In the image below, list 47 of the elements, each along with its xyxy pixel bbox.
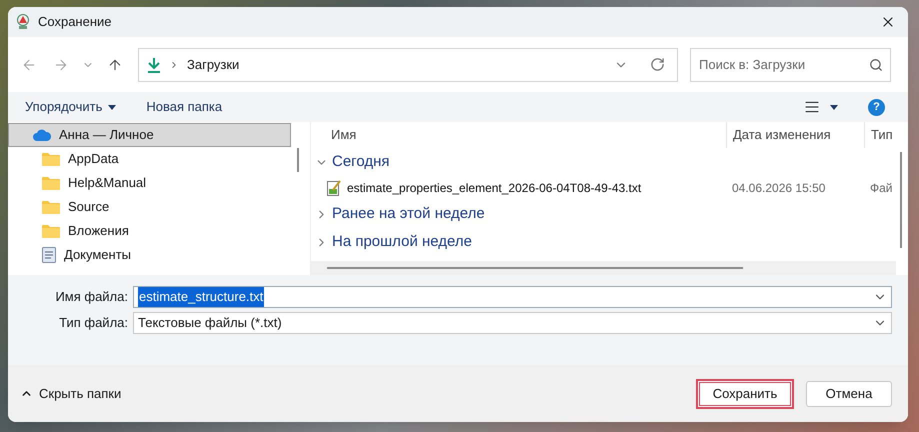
hide-folders-button[interactable]: Скрыть папки — [20, 384, 122, 404]
sidebar-item[interactable]: Документы — [8, 243, 291, 267]
column-header[interactable]: Имя — [311, 122, 726, 148]
field-label: Тип файла: — [58, 314, 128, 332]
download-icon — [147, 56, 161, 72]
file-name-field[interactable]: estimate_structure.txt — [133, 286, 892, 308]
list-view-icon — [804, 99, 820, 115]
file-type-select[interactable]: Текстовые файлы (*.txt) — [133, 312, 892, 334]
field-label: Имя файла: — [54, 288, 128, 306]
sidebar-item[interactable]: Help&Manual — [8, 171, 291, 195]
app-logo-icon — [16, 14, 30, 30]
scrollbar-thumb[interactable] — [900, 152, 902, 248]
file-type: Фай — [869, 180, 894, 197]
column-header[interactable]: Дата изменения — [726, 122, 864, 148]
address-path: Загрузки — [187, 56, 240, 74]
scrollbar-thumb[interactable] — [327, 267, 743, 269]
new-folder-button[interactable]: Новая папка — [146, 97, 222, 117]
file-name[interactable]: estimate_properties_element_2026-06-04T08-49-43.txt — [347, 179, 642, 197]
sidebar-item[interactable]: AppData — [8, 147, 291, 171]
folder-icon — [42, 176, 60, 190]
group-header[interactable]: Сегодня — [311, 148, 908, 176]
sidebar-item[interactable]: Source — [8, 195, 291, 219]
search-field[interactable]: Поиск в: Загрузки — [690, 48, 891, 82]
group-header[interactable]: Ранее на этой неделе — [311, 200, 908, 228]
address-bar[interactable]: Загрузки — [138, 48, 678, 82]
file-date: 04.06.2026 15:50 — [731, 180, 826, 197]
refresh-icon[interactable] — [650, 57, 665, 72]
caret-icon — [830, 104, 838, 110]
sidebar-item[interactable]: Вложения — [8, 219, 291, 243]
text-file-icon — [327, 180, 341, 196]
help-button[interactable]: ? — [868, 98, 885, 116]
group-header[interactable]: На прошлой неделе — [311, 228, 908, 256]
sidebar-item[interactable]: Анна — Личное — [8, 123, 291, 147]
column-header[interactable]: Тип — [864, 122, 894, 148]
save-button[interactable]: Сохранить — [696, 378, 794, 408]
caret-icon — [108, 104, 116, 110]
folder-icon — [42, 224, 60, 238]
organize-menu[interactable]: Упорядочить — [25, 97, 116, 117]
window-title: Сохранение — [38, 13, 112, 32]
search-icon — [869, 58, 883, 72]
cloud-icon — [33, 129, 51, 141]
folder-icon — [42, 200, 60, 214]
folder-icon — [42, 152, 60, 166]
view-options-button[interactable] — [804, 99, 838, 115]
scrollbar-thumb[interactable] — [297, 148, 299, 172]
cancel-button[interactable]: Отмена — [806, 380, 892, 406]
document-icon — [42, 247, 56, 263]
